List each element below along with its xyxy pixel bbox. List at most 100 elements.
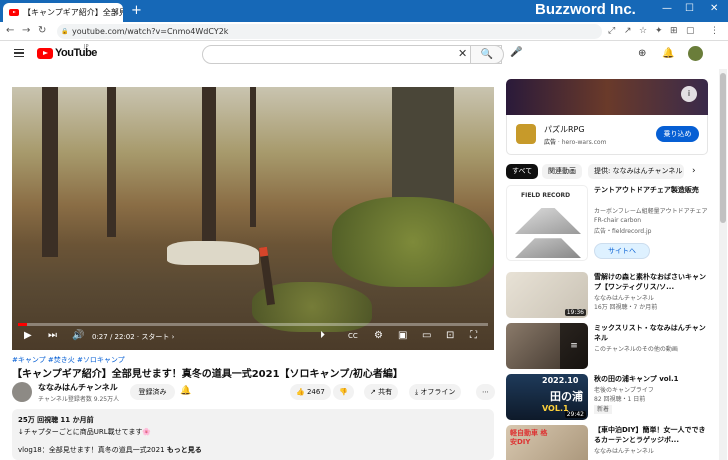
share-page-icon[interactable]: ↗ <box>624 26 632 36</box>
tree-trunk <box>107 87 116 237</box>
ad-title[interactable]: パズルRPG <box>544 124 585 135</box>
chip-related[interactable]: 関連動画 <box>542 164 582 179</box>
like-button[interactable]: 👍 2467 <box>290 384 331 400</box>
chevron-right-icon[interactable]: › <box>692 166 696 176</box>
share-icon: ↗ <box>370 388 379 396</box>
view-count: 25万 回視聴 <box>18 416 59 424</box>
search-input[interactable] <box>213 50 453 66</box>
description-box[interactable]: 25万 回視聴 11 か月前 ↓チャプターごとに商品URL載せてます🌸 vlog… <box>12 409 494 460</box>
ad-domain: hero-wars.com <box>561 139 607 146</box>
youtube-logo-icon[interactable] <box>37 48 53 59</box>
subscribed-button[interactable]: 登録済み <box>130 384 175 400</box>
back-icon[interactable]: ← <box>6 25 14 36</box>
notifications-bell-icon[interactable]: 🔔 <box>662 48 674 59</box>
scrollbar-thumb[interactable] <box>720 73 726 223</box>
bookmark-star-icon[interactable]: ☆ <box>639 26 647 36</box>
progress-bar[interactable] <box>18 323 488 326</box>
rec-title[interactable]: 【車中泊DIY】簡単！女一人でできるカーテンとラゲッジボ... <box>594 425 710 445</box>
autoplay-toggle[interactable]: ⏵ <box>320 330 325 341</box>
time-display[interactable]: 0:27 / 22:02 · スタート › <box>92 332 174 342</box>
install-icon[interactable]: ⤢ <box>608 26 615 36</box>
recommendation-item[interactable]: 軽自動車 格安DIY 【車中泊DIY】簡単！女一人でできるカーテンとラゲッジボ.… <box>506 425 716 460</box>
show-more-link[interactable]: もっと見る <box>167 446 202 454</box>
clear-search-icon[interactable]: ✕ <box>458 47 467 60</box>
hashtags[interactable]: #キャンプ #焚き火 #ソロキャンプ <box>12 355 125 365</box>
rec-title[interactable]: 雪解けの森と素朴なおばさいキャンプ【ワンティグリス/ソ... <box>594 272 710 292</box>
browser-tab[interactable]: 【キャンプギア紹介】全部見せます！ ✕ <box>3 3 123 22</box>
rec-channel[interactable]: ななみはんチャンネル <box>594 447 710 456</box>
moss-roots <box>332 197 494 287</box>
youtube-logo-text[interactable]: YouTube <box>55 47 97 59</box>
tree-trunk <box>250 87 256 227</box>
description-line: ↓チャプターごとに商品URL載せてます🌸 <box>18 428 152 436</box>
volume-button[interactable]: 🔊 <box>72 330 84 341</box>
maximize-button[interactable]: ☐ <box>685 3 694 14</box>
miniplayer-icon[interactable]: ▣ <box>398 330 407 341</box>
recommendation-mix[interactable]: ≡ ミックスリスト・ななみはんチャンネル このチャンネルのその他の動画 <box>506 323 716 371</box>
tab-close-icon[interactable]: ✕ <box>112 3 119 22</box>
channel-avatar[interactable] <box>12 382 32 402</box>
theater-icon[interactable]: ▭ <box>422 330 431 341</box>
play-button[interactable]: ▶ <box>24 330 32 341</box>
ad-banner-image[interactable] <box>506 79 708 115</box>
page-scrollbar[interactable] <box>719 69 727 460</box>
create-icon[interactable]: ⊕ <box>638 48 646 59</box>
progress-fill <box>18 323 28 326</box>
profile-icon[interactable]: ▢ <box>686 26 695 36</box>
video-player[interactable]: ▶ ⏭ 🔊 0:27 / 22:02 · スタート › ⏵ CC ⚙ ▣ ▭ ⊡… <box>12 87 494 350</box>
forward-icon[interactable]: → <box>22 25 30 36</box>
rec-thumbnail: 2022.10 田の浦 VOL.1 29:42 <box>506 374 588 420</box>
like-count: 2467 <box>306 388 325 396</box>
rec-channel[interactable]: 老後のキャンプライフ <box>594 386 710 395</box>
rec-channel[interactable]: ななみはんチャンネル <box>594 294 710 303</box>
ad-info-icon[interactable]: i <box>681 86 697 102</box>
share-button[interactable]: ↗ 共有 <box>364 384 399 400</box>
thumbs-up-icon: 👍 <box>296 388 307 396</box>
mix-thumbnail: ≡ <box>506 323 588 369</box>
menu-icon[interactable] <box>14 49 24 57</box>
mic-icon[interactable]: 🎤 <box>510 47 522 58</box>
search-button[interactable]: 🔍 <box>470 45 504 64</box>
minimize-button[interactable]: — <box>662 3 672 14</box>
new-tab-button[interactable]: + <box>131 4 142 18</box>
cast-icon[interactable]: ⊡ <box>446 330 454 341</box>
chip-channel[interactable]: 提供: ななみはんチャンネル <box>588 164 684 179</box>
channel-name[interactable]: ななみはんチャンネル <box>38 382 118 393</box>
channel-bell-icon[interactable]: 🔔 <box>180 386 191 396</box>
rec-thumbnail: 軽自動車 格安DIY <box>506 425 588 460</box>
description-line: vlog18：全部見せます！真冬の道具一式2021 <box>18 446 165 454</box>
recommendation-ad[interactable]: FIELD RECORD テントアウトドアチェア製造販売 カーボンフレーム組軽量… <box>506 185 716 270</box>
tab-grid-icon[interactable]: ⊞ <box>670 26 678 36</box>
visit-site-button[interactable]: サイトへ <box>594 243 650 259</box>
captions-button[interactable]: CC <box>348 332 358 340</box>
recommendation-item[interactable]: 19:36 雪解けの森と素朴なおばさいキャンプ【ワンティグリス/ソ... ななみ… <box>506 272 716 320</box>
dislike-button[interactable]: 👎 <box>333 384 354 400</box>
ad-thumbnail: FIELD RECORD <box>506 185 588 261</box>
url-field[interactable]: youtube.com/watch?v=Cnmo4WdCY2k <box>57 24 602 39</box>
offline-button[interactable]: ⤓ オフライン <box>409 384 462 400</box>
extensions-icon[interactable]: ✦ <box>655 26 663 36</box>
rec-title[interactable]: テントアウトドアチェア製造販売 <box>594 185 710 195</box>
ad-domain-line: 広告 · hero-wars.com <box>544 139 607 146</box>
browser-menu-icon[interactable]: ⋮ <box>710 26 719 36</box>
ad-app-icon <box>516 124 536 144</box>
rec-channel: このチャンネルのその他の動画 <box>594 346 678 353</box>
search-box[interactable] <box>202 45 502 66</box>
settings-icon[interactable]: ⚙ <box>374 330 383 341</box>
rec-title[interactable]: 秋の田の浦キャンプ vol.1 <box>594 374 710 384</box>
reload-icon[interactable]: ↻ <box>38 25 46 36</box>
recommendation-item[interactable]: 2022.10 田の浦 VOL.1 29:42 秋の田の浦キャンプ vol.1 … <box>506 374 716 422</box>
chip-all[interactable]: すべて <box>506 164 539 179</box>
rec-meta: 82 回視聴・1 日前 <box>594 396 646 403</box>
user-avatar[interactable] <box>688 46 703 61</box>
fullscreen-icon[interactable]: ⛶ <box>470 330 477 341</box>
next-button[interactable]: ⏭ <box>48 330 57 341</box>
upload-age: 11 か月前 <box>60 416 94 424</box>
ad-cta-button[interactable]: 乗り込め <box>656 126 699 142</box>
rec-title[interactable]: ミックスリスト・ななみはんチャンネル <box>594 323 710 343</box>
youtube-header: YouTube JP ✕ 🔍 🎤 ⊕ 🔔 <box>0 41 728 69</box>
tab-title: 【キャンプギア紹介】全部見せます！ <box>23 8 123 17</box>
close-window-button[interactable]: ✕ <box>710 3 718 14</box>
new-badge: 新着 <box>594 405 613 414</box>
more-actions-button[interactable]: ⋯ <box>476 384 495 400</box>
